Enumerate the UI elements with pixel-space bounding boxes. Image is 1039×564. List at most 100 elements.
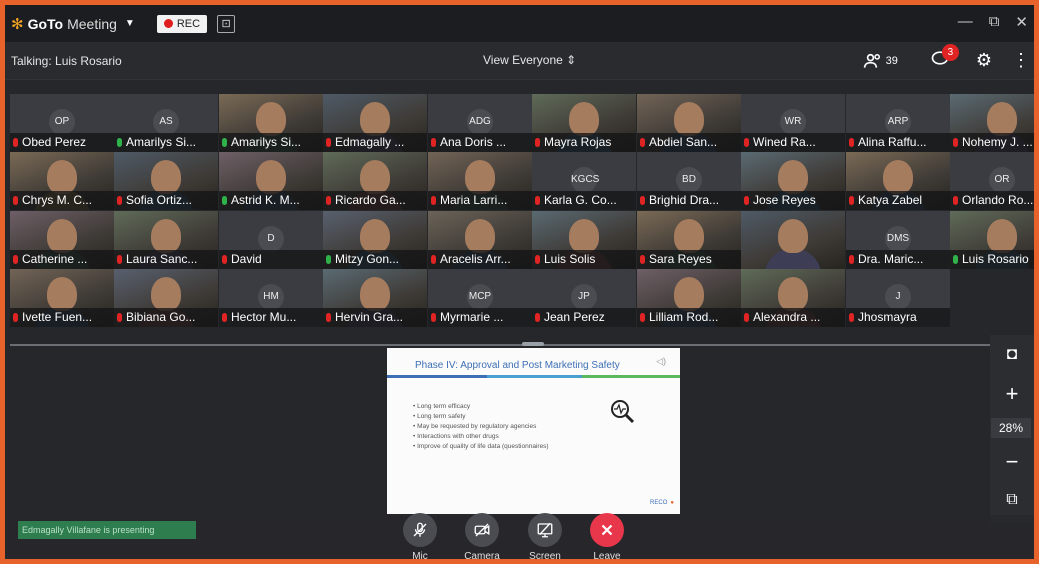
participant-tile[interactable]: WR Wined Ra... [741, 94, 845, 152]
participant-name: Hervin Gra... [323, 308, 427, 327]
leave-button[interactable]: Leave [577, 513, 637, 562]
leave-label: Leave [593, 551, 621, 562]
participant-tile[interactable]: ADG Ana Doris ... [428, 94, 532, 152]
lock-icon[interactable]: ⊡ [217, 14, 236, 33]
mic-muted-icon [13, 255, 18, 264]
participant-tile[interactable]: Hervin Gra... [323, 269, 427, 327]
participant-tile[interactable]: HM Hector Mu... [219, 269, 323, 327]
meeting-actions: 39 3 ⚙ ⋮ [863, 44, 1034, 73]
video-feed [569, 102, 599, 136]
divider-handle[interactable] [522, 342, 544, 346]
zoom-out-icon[interactable]: − [994, 447, 1030, 477]
participant-tile[interactable]: Ricardo Ga... [323, 152, 427, 210]
participant-name: Jose Reyes [741, 191, 845, 210]
screen-button[interactable]: Screen [515, 513, 575, 562]
slide-bullet: • Long term efficacy [413, 403, 471, 410]
video-feed [465, 160, 495, 194]
video-feed [151, 277, 181, 311]
participant-tile[interactable]: D David [219, 211, 323, 269]
chat-button[interactable]: 3 [930, 44, 959, 73]
app-window: ✻ GoTo Meeting ▼ REC ⊡ — ⧉ ✕ Talking: Lui… [0, 0, 1039, 564]
participant-tile[interactable]: Bibiana Go... [114, 269, 218, 327]
participant-tile[interactable]: Ivette Fuen... [10, 269, 114, 327]
participant-tile[interactable]: ARP Alina Raffu... [846, 94, 950, 152]
mic-muted-icon [222, 313, 227, 322]
mic-label: Mic [412, 551, 428, 562]
participant-tile[interactable]: Nohemy J. ... [950, 94, 1034, 152]
participant-tile[interactable]: Chrys M. C... [10, 152, 114, 210]
participant-tile[interactable]: Jose Reyes [741, 152, 845, 210]
video-feed [778, 160, 808, 194]
meeting-bar: Talking: Luis Rosario View Everyone ⇕ 39… [5, 42, 1034, 80]
participant-name: Luis Solis [532, 250, 636, 269]
video-feed [151, 219, 181, 253]
close-icon[interactable]: ✕ [1015, 13, 1028, 31]
restore-icon[interactable]: ⧉ [989, 13, 1000, 31]
participant-tile[interactable]: Mayra Rojas [532, 94, 636, 152]
participant-tile[interactable]: Catherine ... [10, 211, 114, 269]
rec-button[interactable]: REC [156, 14, 208, 33]
participant-tile[interactable]: MCP Myrmarie ... [428, 269, 532, 327]
attendees-button[interactable]: 39 [863, 51, 898, 71]
participant-tile[interactable]: AS Amarilys Si... [114, 94, 218, 152]
initials-avatar: D [258, 226, 284, 252]
video-feed [674, 102, 704, 136]
close-icon [601, 524, 613, 536]
zoom-in-icon[interactable]: + [994, 379, 1030, 409]
participant-tile[interactable] [741, 211, 845, 269]
participant-name: Jhosmayra [846, 308, 950, 327]
screen-label: Screen [529, 551, 561, 562]
video-feed [987, 219, 1017, 253]
pop-out-icon[interactable]: ⧉ [994, 485, 1030, 515]
mic-muted-icon [13, 313, 18, 322]
video-feed [778, 277, 808, 311]
participant-tile[interactable]: J Jhosmayra [846, 269, 950, 327]
participant-tile[interactable]: Sara Reyes [637, 211, 741, 269]
participant-tile[interactable]: Astrid K. M... [219, 152, 323, 210]
mic-muted-icon [744, 196, 749, 205]
mic-muted-icon [953, 138, 958, 147]
app-menu[interactable]: ✻ GoTo Meeting ▼ [11, 15, 135, 33]
participant-name: Ivette Fuen... [10, 308, 114, 327]
participant-name: Amarilys Si... [219, 133, 323, 152]
mic-button[interactable]: Mic [390, 513, 450, 562]
participant-name: Ricardo Ga... [323, 191, 427, 210]
participant-name: Dra. Maric... [846, 250, 950, 269]
camera-button[interactable]: Camera [452, 513, 512, 559]
participant-tile[interactable]: BD Brighid Dra... [637, 152, 741, 210]
participant-tile[interactable]: Laura Sanc... [114, 211, 218, 269]
gear-icon[interactable]: ⚙ [976, 50, 992, 71]
view-selector[interactable]: View Everyone ⇕ [483, 53, 576, 67]
participant-tile[interactable]: OR Orlando Ro... [950, 152, 1034, 210]
minimize-icon[interactable]: — [958, 13, 973, 31]
participant-name: Luis Rosario [950, 250, 1034, 269]
participant-tile[interactable]: Luis Solis [532, 211, 636, 269]
participant-name: Ana Doris ... [428, 133, 532, 152]
participant-tile[interactable]: Amarilys Si... [219, 94, 323, 152]
participant-tile[interactable]: KGCS Karla G. Co... [532, 152, 636, 210]
participant-tile[interactable]: Maria Larri... [428, 152, 532, 210]
brand-bold: GoTo [27, 15, 64, 32]
participant-tile[interactable]: Aracelis Arr... [428, 211, 532, 269]
participant-tile[interactable]: Edmagally ... [323, 94, 427, 152]
mic-muted-icon [222, 255, 227, 264]
participant-tile[interactable]: Lilliam Rod... [637, 269, 741, 327]
participant-tile[interactable]: Alexandra ... [741, 269, 845, 327]
participant-name: Obed Perez [10, 133, 114, 152]
participant-tile[interactable]: Abdiel San... [637, 94, 741, 152]
mic-muted-icon [535, 255, 540, 264]
participant-tile[interactable]: JP Jean Perez [532, 269, 636, 327]
participant-tile[interactable]: DMS Dra. Maric... [846, 211, 950, 269]
participant-tile[interactable]: Luis Rosario [950, 211, 1034, 269]
camera-snapshot-icon[interactable]: ◘ [994, 339, 1030, 369]
participant-tile[interactable]: Mitzy Gon... [323, 211, 427, 269]
participant-tile[interactable]: Sofia Ortiz... [114, 152, 218, 210]
participant-name: Amarilys Si... [114, 133, 218, 152]
mic-muted-icon [117, 255, 122, 264]
participant-tile[interactable]: OP Obed Perez [10, 94, 114, 152]
participant-tile[interactable]: Katya Zabel [846, 152, 950, 210]
video-feed [47, 219, 77, 253]
more-icon[interactable]: ⋮ [1012, 50, 1030, 71]
window-controls: — ⧉ ✕ [958, 13, 1028, 31]
participant-name: Catherine ... [10, 250, 114, 269]
